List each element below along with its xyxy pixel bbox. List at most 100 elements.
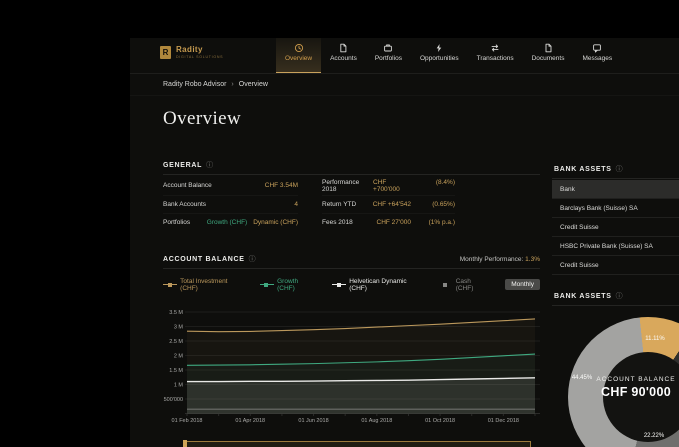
chart-range-slider[interactable] — [183, 441, 531, 447]
account-balance-title: ACCOUNT BALANCE — [163, 256, 245, 263]
svg-text:01 Aug 2018: 01 Aug 2018 — [361, 418, 392, 424]
general-row: Return YTD CHF +64'542(0.65%) — [322, 196, 455, 215]
bank-list-item[interactable]: Bank — [552, 180, 679, 199]
row-percent: (8.4%) — [419, 179, 455, 193]
svg-text:2.5 M: 2.5 M — [169, 339, 183, 345]
right-sidebar: BANK ASSETS ⓘ Bank Barclays Bank (Suisse… — [552, 38, 679, 447]
square-marker-icon — [439, 282, 452, 287]
breadcrumb-root[interactable]: Radity Robo Advisor — [163, 81, 226, 88]
app-window: R Radity DIGITAL SOLUTIONS Overview Acco… — [0, 0, 679, 447]
breadcrumb-current: Overview — [239, 81, 268, 88]
svg-text:1.5 M: 1.5 M — [169, 368, 183, 374]
line-marker-icon — [260, 282, 273, 287]
svg-text:01 Jun 2018: 01 Jun 2018 — [298, 418, 328, 424]
info-icon[interactable]: ⓘ — [616, 293, 623, 300]
briefcase-icon — [383, 43, 393, 53]
monthly-performance: Monthly Performance: 1.3% — [460, 256, 540, 263]
page-title: Overview — [163, 108, 241, 130]
tab-label: Transactions — [477, 55, 514, 62]
legend-label: Total Investment (CHF) — [180, 278, 243, 292]
line-marker-icon — [163, 282, 176, 287]
svg-text:01 Oct 2018: 01 Oct 2018 — [425, 418, 455, 424]
tab-accounts[interactable]: Accounts — [321, 38, 366, 73]
bank-list: Bank Barclays Bank (Suisse) SA Credit Su… — [552, 180, 679, 275]
monthly-performance-label: Monthly Performance: — [460, 256, 524, 263]
row-value: CHF 27'000 — [377, 219, 411, 226]
brand-tagline: DIGITAL SOLUTIONS — [176, 55, 223, 59]
tab-label: Portfolios — [375, 55, 402, 62]
line-marker-icon — [332, 282, 345, 287]
bank-assets-chart-section: BANK ASSETS ⓘ — [552, 291, 679, 306]
tab-opportunities[interactable]: Opportunities — [411, 38, 468, 73]
clock-icon — [294, 43, 304, 53]
general-row: Bank Accounts 4 — [163, 196, 298, 215]
general-section-title: GENERAL — [163, 162, 202, 169]
svg-text:500'000: 500'000 — [164, 397, 183, 403]
row-label: Fees 2018 — [322, 219, 353, 226]
bank-list-item[interactable]: Credit Suisse — [552, 256, 679, 275]
tab-transactions[interactable]: Transactions — [468, 38, 523, 73]
tab-overview[interactable]: Overview — [276, 38, 321, 73]
svg-text:3 M: 3 M — [174, 325, 184, 331]
legend-label: Cash (CHF) — [456, 278, 489, 292]
legend-cash[interactable]: Cash (CHF) — [439, 278, 489, 292]
legend-label: Helvetican Dynamic (CHF) — [349, 278, 421, 292]
tab-label: Opportunities — [420, 55, 459, 62]
row-percent: (0.65%) — [417, 201, 455, 208]
radity-logo-icon: R — [160, 46, 171, 59]
svg-text:2 M: 2 M — [174, 354, 184, 360]
brand-text: Radity DIGITAL SOLUTIONS — [176, 45, 223, 59]
row-label: Account Balance — [163, 182, 212, 189]
info-icon[interactable]: ⓘ — [206, 162, 213, 169]
brand-name: Radity — [176, 45, 223, 54]
row-percent: (1% p.a.) — [417, 219, 455, 226]
svg-text:01 Dec 2018: 01 Dec 2018 — [488, 418, 519, 424]
row-value: CHF +700'000 — [373, 179, 413, 193]
portfolio-dynamic-link[interactable]: Dynamic (CHF) — [253, 219, 298, 226]
divider — [163, 174, 540, 175]
info-icon[interactable]: ⓘ — [616, 166, 623, 173]
slider-handle-icon[interactable] — [183, 440, 187, 447]
breadcrumb-separator: › — [231, 81, 233, 88]
divider — [163, 268, 540, 269]
lightning-icon — [434, 43, 444, 53]
legend-helvetican-dynamic[interactable]: Helvetican Dynamic (CHF) — [332, 278, 422, 292]
bank-assets-list-section: BANK ASSETS ⓘ Bank Barclays Bank (Suisse… — [552, 164, 679, 275]
legend-label: Growth (CHF) — [277, 278, 315, 292]
account-balance-line-chart: 3.5 M 3 M 2.5 M 2 M 1.5 M 1 M 500'000 01 Feb 20… — [163, 302, 540, 427]
bank-assets-title: BANK ASSETS — [554, 166, 612, 173]
divider — [552, 305, 679, 306]
info-icon[interactable]: ⓘ — [249, 256, 256, 263]
svg-text:1 M: 1 M — [174, 383, 184, 389]
bank-list-item[interactable]: HSBC Private Bank (Suisse) SA — [552, 237, 679, 256]
divider — [552, 178, 679, 179]
general-grid: Account Balance CHF 3.54M Bank Accounts … — [163, 177, 540, 232]
legend-growth[interactable]: Growth (CHF) — [260, 278, 315, 292]
bank-assets-chart-title: BANK ASSETS — [554, 293, 612, 300]
legend-total-investment[interactable]: Total Investment (CHF) — [163, 278, 243, 292]
bank-list-item[interactable]: Credit Suisse — [552, 218, 679, 237]
swap-arrows-icon — [490, 43, 500, 53]
row-value: CHF 3.54M — [265, 182, 298, 189]
dashboard-panel: R Radity DIGITAL SOLUTIONS Overview Acco… — [130, 38, 679, 447]
period-monthly-button[interactable]: Monthly — [505, 279, 540, 290]
monthly-performance-value: 1.3% — [525, 256, 540, 263]
svg-text:3.5 M: 3.5 M — [169, 310, 183, 316]
tab-label: Accounts — [330, 55, 357, 62]
bank-list-item[interactable]: Barclays Bank (Suisse) SA — [552, 199, 679, 218]
portfolio-growth-link[interactable]: Growth (CHF) — [207, 219, 247, 226]
account-balance-section: ACCOUNT BALANCE ⓘ Monthly Performance: 1… — [163, 254, 540, 427]
tab-portfolios[interactable]: Portfolios — [366, 38, 411, 73]
tab-label: Overview — [285, 55, 312, 62]
svg-text:01 Feb 2018: 01 Feb 2018 — [172, 418, 203, 424]
row-label: Return YTD — [322, 201, 356, 208]
row-value: 4 — [294, 201, 298, 208]
general-section: GENERAL ⓘ Account Balance CHF 3.54M Bank… — [163, 160, 540, 232]
row-label: Performance 2018 — [322, 179, 373, 193]
file-icon — [338, 43, 348, 53]
general-row: Fees 2018 CHF 27'000 (1% p.a.) — [322, 214, 455, 232]
brand-logo[interactable]: R Radity DIGITAL SOLUTIONS — [160, 45, 223, 59]
svg-text:01 Apr 2018: 01 Apr 2018 — [235, 418, 265, 424]
chart-legend: Total Investment (CHF) Growth (CHF) Helv… — [163, 278, 540, 291]
general-row: Portfolios Growth (CHF) Dynamic (CHF) — [163, 214, 298, 232]
